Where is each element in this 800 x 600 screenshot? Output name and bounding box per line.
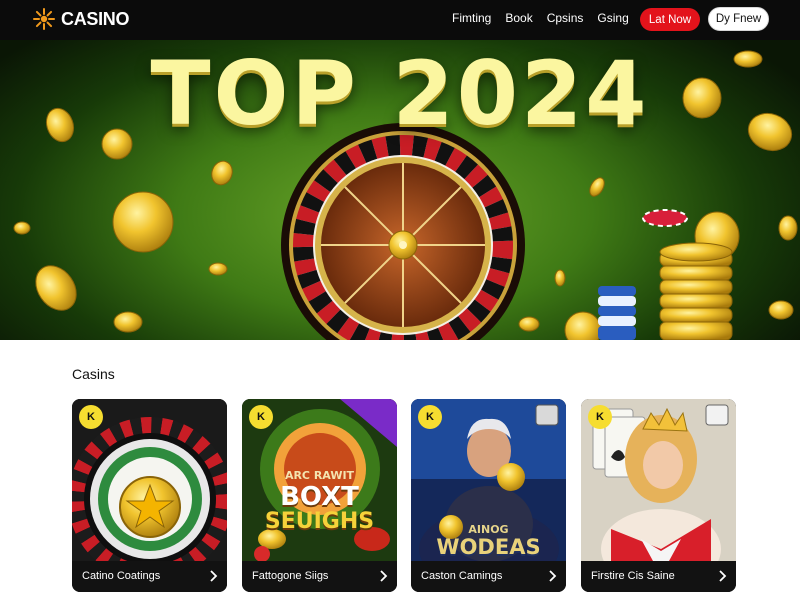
hero-banner[interactable]: TOP 2024 [0,40,800,340]
card-footer: Firstire Cis Saine [581,561,736,592]
hero-title: TOP 2024 [150,42,650,145]
brand-name: CASINO [61,8,130,29]
play-now-button[interactable]: Lat Now [640,8,700,31]
brand[interactable]: CASINO [32,6,130,32]
nav-link-gsing[interactable]: Gsing [597,11,628,25]
card-footer: Catino Coatings [72,561,227,592]
card-title: Firstire Cis Saine [591,570,675,582]
card-title: Fattogone Siigs [252,570,329,582]
game-card[interactable]: K Catino Coatings [72,399,227,592]
chevron-right-icon[interactable] [716,569,728,583]
card-art-line: WODEAS [436,535,541,559]
nav-link-book[interactable]: Book [505,11,532,25]
section-title: Casins [72,366,115,382]
nav-links: Fimting Book Cpsins Gsing [452,11,629,25]
card-art-line: BOXT [280,482,359,512]
card-art-line: SEUIGHS [264,509,375,534]
top-navbar: CASINO Fimting Book Cpsins Gsing Lat Now… [0,0,800,40]
chevron-right-icon[interactable] [377,569,389,583]
nav-link-fimting[interactable]: Fimting [452,11,491,25]
nav-link-cpsins[interactable]: Cpsins [547,11,584,25]
game-card[interactable]: ARC RAWIT BOXT SEUIGHS K Fattogone Siigs [242,399,397,592]
gold-coin-stack-icon [659,242,733,340]
card-badge: K [79,405,103,429]
card-badge: K [249,405,273,429]
sunburst-logo-icon [33,8,55,30]
chevron-right-icon[interactable] [207,569,219,583]
card-badge: K [588,405,612,429]
card-art-line: ARC RAWIT [284,469,355,482]
chevron-right-icon[interactable] [546,569,558,583]
card-footer: Fattogone Siigs [242,561,397,592]
game-card[interactable]: AINOG WODEAS K Caston Camings [411,399,566,592]
card-title: Caston Camings [421,570,503,582]
card-badge: K [418,405,442,429]
roulette-wheel-icon [281,123,525,340]
card-footer: Caston Camings [411,561,566,592]
game-card[interactable]: K Firstire Cis Saine [581,399,736,592]
try-free-button[interactable]: Dy Fnew [708,7,769,31]
card-title: Catino Coatings [82,570,161,582]
